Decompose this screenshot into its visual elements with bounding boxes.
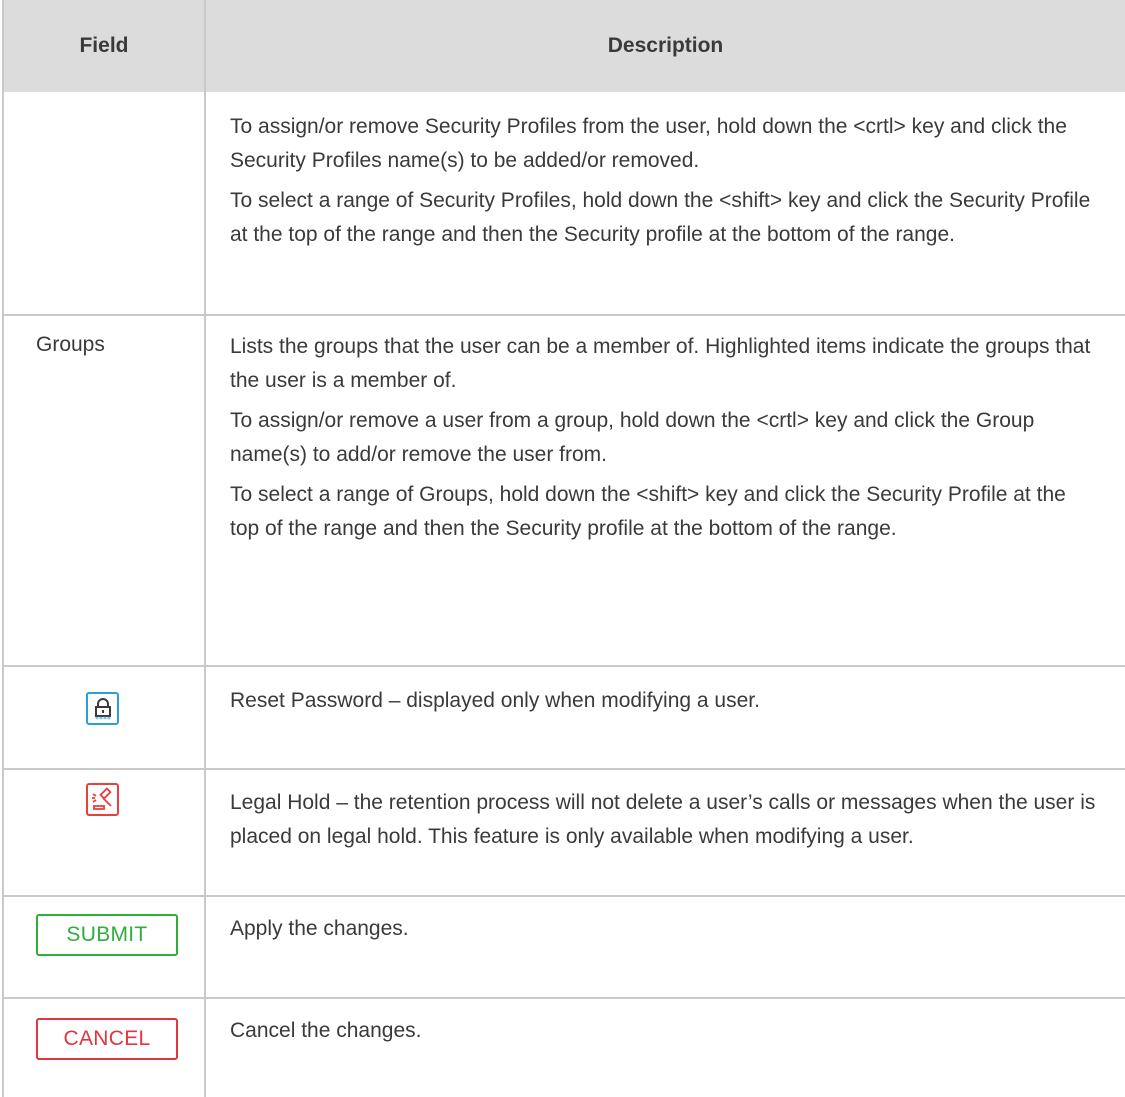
row-divider <box>2 665 1125 667</box>
header-description-label: Description <box>607 34 724 57</box>
cancel-button[interactable]: CANCEL <box>36 1018 178 1060</box>
description-security-profiles: To assign/or remove Security Profiles fr… <box>230 110 1100 258</box>
description-cancel: Cancel the changes. <box>230 1014 1100 1054</box>
description-legal-hold: Legal Hold – the retention process will … <box>230 786 1100 860</box>
description-paragraph: To assign/or remove a user from a group,… <box>230 409 1035 466</box>
description-paragraph: Reset Password – displayed only when mod… <box>230 689 760 712</box>
reset-password-icon[interactable]: **** <box>86 692 119 725</box>
description-paragraph: To assign/or remove Security Profiles fr… <box>230 115 1067 172</box>
description-paragraph: Lists the groups that the user can be a … <box>230 335 1091 392</box>
legal-hold-icon[interactable] <box>86 783 119 816</box>
row-divider <box>2 314 1125 316</box>
field-groups: Groups <box>36 333 105 356</box>
description-paragraph: Cancel the changes. <box>230 1019 422 1042</box>
svg-text:****: **** <box>95 715 111 723</box>
description-paragraph: To select a range of Groups, hold down t… <box>230 483 1066 540</box>
field-description-table: Field Description To assign/or remove Se… <box>0 0 1125 1097</box>
row-divider <box>2 997 1125 999</box>
header-field: Field <box>4 0 204 92</box>
description-paragraph: Legal Hold – the retention process will … <box>230 791 1096 848</box>
submit-button[interactable]: SUBMIT <box>36 914 178 956</box>
description-paragraph: Apply the changes. <box>230 917 409 940</box>
description-submit: Apply the changes. <box>230 912 1100 952</box>
header-field-label: Field <box>79 34 129 57</box>
row-divider <box>2 768 1125 770</box>
row-divider <box>2 895 1125 897</box>
header-description: Description <box>206 0 1125 92</box>
table-column-divider <box>204 0 206 1097</box>
description-paragraph: To select a range of Security Profiles, … <box>230 189 1091 246</box>
table-border-left <box>2 0 4 1097</box>
description-groups: Lists the groups that the user can be a … <box>230 330 1100 552</box>
description-reset-password: Reset Password – displayed only when mod… <box>230 684 1100 724</box>
